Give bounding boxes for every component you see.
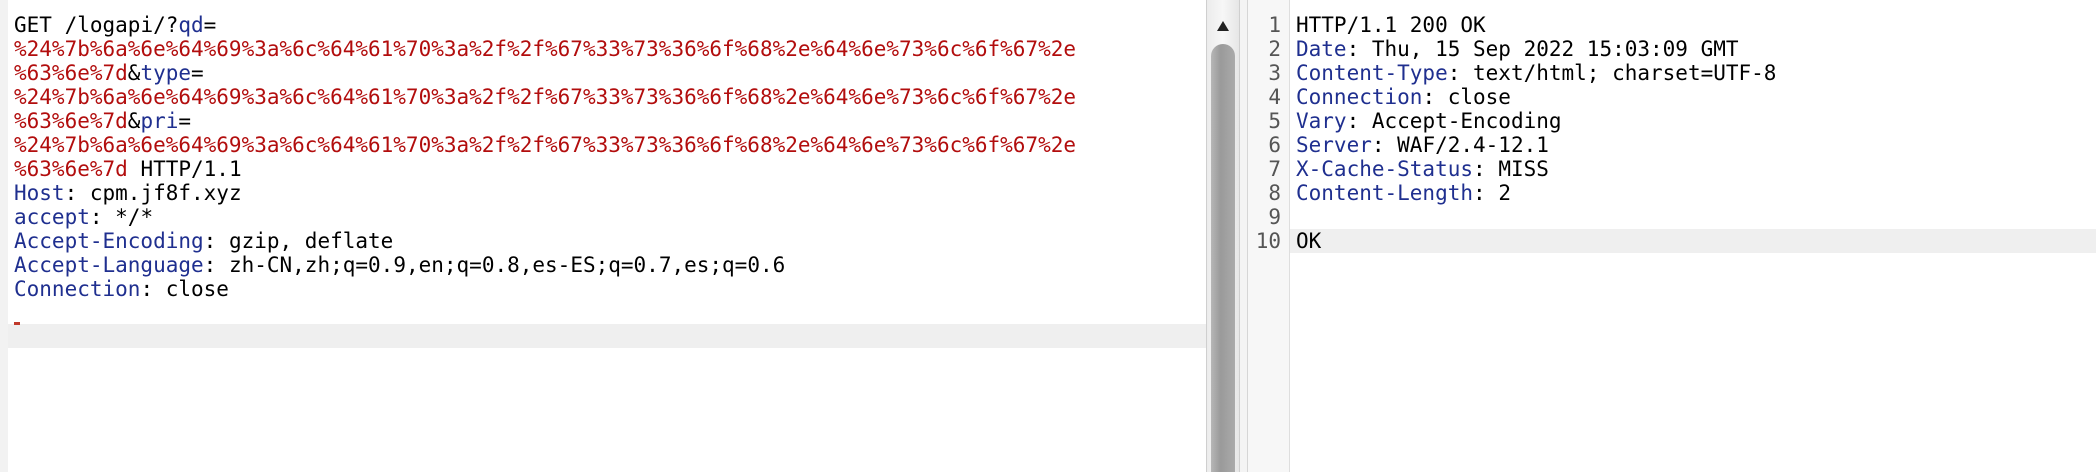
request-line-pri: %63%6e%7d&pri= bbox=[14, 109, 192, 133]
param-qd: qd bbox=[178, 13, 204, 37]
resp-header-x-cache-status: X-Cache-Status: MISS bbox=[1296, 157, 1549, 181]
pane-divider[interactable] bbox=[1240, 0, 1248, 472]
resp-header-date: Date: Thu, 15 Sep 2022 15:03:09 GMT bbox=[1296, 37, 1739, 61]
left-border bbox=[0, 0, 8, 472]
resp-header-content-type: Content-Type: text/html; charset=UTF-8 bbox=[1296, 61, 1777, 85]
encoded-value-type: %24%7b%6a%6e%64%69%3a%6c%64%61%70%3a%2f%… bbox=[14, 85, 1077, 109]
response-body: OK bbox=[1296, 229, 1322, 253]
param-pri: pri bbox=[140, 109, 179, 133]
resp-header-server: Server: WAF/2.4-12.1 bbox=[1296, 133, 1549, 157]
header-accept: accept: */* bbox=[14, 205, 154, 229]
resp-header-content-length: Content-Length: 2 bbox=[1296, 181, 1511, 205]
line-number: 5 bbox=[1268, 109, 1281, 133]
header-connection: Connection: close bbox=[14, 277, 229, 301]
line-number: 9 bbox=[1268, 205, 1281, 229]
resp-header-connection: Connection: close bbox=[1296, 85, 1511, 109]
header-accept-language: Accept-Language: zh-CN,zh;q=0.9,en;q=0.8… bbox=[14, 253, 786, 277]
vertical-scrollbar[interactable] bbox=[1206, 0, 1240, 472]
encoded-value-pri: %24%7b%6a%6e%64%69%3a%6c%64%61%70%3a%2f%… bbox=[14, 133, 1077, 157]
request-line: GET /logapi/?qd= bbox=[14, 13, 217, 37]
scroll-up-button[interactable] bbox=[1207, 12, 1239, 40]
param-type: type bbox=[140, 61, 192, 85]
line-number: 10 bbox=[1255, 229, 1281, 253]
encoded-value-qd: %24%7b%6a%6e%64%69%3a%6c%64%61%70%3a%2f%… bbox=[14, 37, 1077, 61]
resp-header-vary: Vary: Accept-Encoding bbox=[1296, 109, 1562, 133]
header-host: Host: cpm.jf8f.xyz bbox=[14, 181, 242, 205]
line-number: 7 bbox=[1268, 157, 1281, 181]
request-line-protocol: %63%6e%7d HTTP/1.1 bbox=[14, 157, 242, 181]
line-number: 2 bbox=[1268, 37, 1281, 61]
request-editor[interactable]: GET /logapi/?qd= %24%7b%6a%6e%64%69%3a%6… bbox=[8, 0, 1206, 472]
caret-marker bbox=[14, 322, 20, 325]
header-accept-encoding: Accept-Encoding: gzip, deflate bbox=[14, 229, 394, 253]
current-line-highlight bbox=[8, 324, 1206, 348]
line-number: 1 bbox=[1268, 13, 1281, 37]
response-viewer[interactable]: 1 2 3 4 5 6 7 8 9 10 HTTP/1.1 200 OK Dat… bbox=[1248, 0, 2096, 472]
line-number: 6 bbox=[1268, 133, 1281, 157]
scrollbar-thumb[interactable] bbox=[1211, 44, 1235, 472]
line-number: 8 bbox=[1268, 181, 1281, 205]
line-number: 3 bbox=[1268, 61, 1281, 85]
line-number: 4 bbox=[1268, 85, 1281, 109]
line-number-gutter: 1 2 3 4 5 6 7 8 9 10 bbox=[1248, 0, 1290, 472]
status-line: HTTP/1.1 200 OK bbox=[1296, 13, 1486, 37]
request-line-type: %63%6e%7d&type= bbox=[14, 61, 204, 85]
triangle-up-icon bbox=[1217, 21, 1229, 31]
